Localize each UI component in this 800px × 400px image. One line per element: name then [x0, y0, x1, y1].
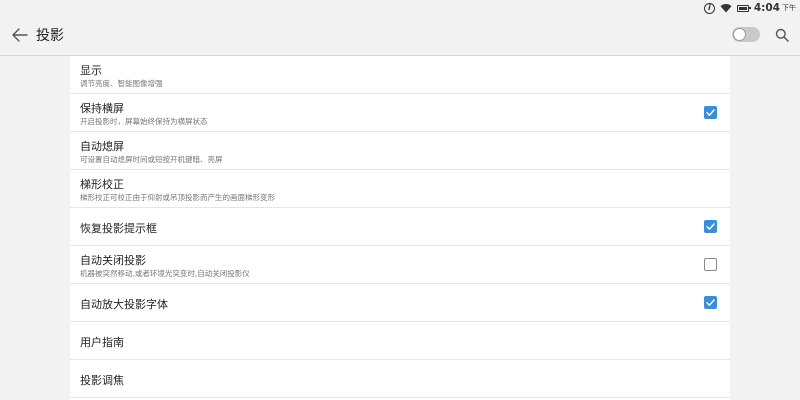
checkbox-checked[interactable] — [704, 296, 717, 309]
setting-title: 梯形校正 — [80, 178, 124, 191]
checkmark-icon — [706, 223, 715, 230]
setting-row-projection-focus[interactable]: 投影调焦 — [70, 360, 730, 398]
wifi-icon — [720, 4, 732, 13]
setting-row-keep-landscape[interactable]: 保持横屏开启投影时，屏幕始终保持为横屏状态 — [70, 94, 730, 132]
checkbox-checked[interactable] — [704, 106, 717, 119]
setting-subtitle: 开启投影时，屏幕始终保持为横屏状态 — [80, 117, 208, 126]
info-icon: i — [703, 2, 715, 14]
setting-title: 保持横屏 — [80, 102, 124, 115]
setting-row-auto-close-projection[interactable]: 自动关闭投影机器被突然移动,或者环境光突变时,自动关闭投影仪 — [70, 246, 730, 284]
setting-title: 用户指南 — [80, 336, 124, 349]
search-icon[interactable] — [775, 28, 789, 42]
app-bar: 投影 — [0, 16, 800, 56]
setting-subtitle: 可设置自动熄屏时间或短按开机键暗、亮屏 — [80, 155, 223, 164]
setting-title: 自动熄屏 — [80, 140, 124, 153]
setting-row-auto-screen-off[interactable]: 自动熄屏可设置自动熄屏时间或短按开机键暗、亮屏 — [70, 132, 730, 170]
setting-row-restore-prompt[interactable]: 恢复投影提示框 — [70, 208, 730, 246]
checkbox-unchecked[interactable] — [704, 258, 717, 271]
setting-row-auto-enlarge-font[interactable]: 自动放大投影字体 — [70, 284, 730, 322]
setting-row-keystone-correction[interactable]: 梯形校正梯形校正可校正由于仰射或吊顶投影而产生的画面梯形变形 — [70, 170, 730, 208]
setting-title: 自动放大投影字体 — [80, 298, 168, 311]
projection-toggle[interactable] — [732, 27, 760, 42]
setting-row-user-guide[interactable]: 用户指南 — [70, 322, 730, 360]
checkmark-icon — [706, 109, 715, 116]
setting-row-display[interactable]: 显示调节亮度、智能图像增强 — [70, 56, 730, 94]
status-ampm: 下午 — [782, 4, 796, 12]
setting-title: 自动关闭投影 — [80, 254, 146, 267]
status-bar: i 4:04 下午 — [0, 0, 800, 16]
status-time: 4:04 — [753, 2, 780, 14]
toggle-knob — [733, 28, 746, 41]
setting-subtitle: 机器被突然移动,或者环境光突变时,自动关闭投影仪 — [80, 269, 250, 278]
battery-icon — [736, 4, 751, 12]
status-icons: i 4:04 下午 — [703, 1, 796, 15]
settings-list: 显示调节亮度、智能图像增强保持横屏开启投影时，屏幕始终保持为横屏状态自动熄屏可设… — [70, 56, 730, 400]
page-title: 投影 — [36, 28, 64, 44]
checkmark-icon — [706, 299, 715, 306]
setting-title: 恢复投影提示框 — [80, 222, 157, 235]
setting-title: 投影调焦 — [80, 374, 124, 387]
arrow-left-icon[interactable] — [10, 25, 30, 45]
setting-subtitle: 梯形校正可校正由于仰射或吊顶投影而产生的画面梯形变形 — [80, 193, 275, 202]
checkbox-checked[interactable] — [704, 220, 717, 233]
setting-title: 显示 — [80, 64, 102, 77]
setting-subtitle: 调节亮度、智能图像增强 — [80, 79, 163, 88]
